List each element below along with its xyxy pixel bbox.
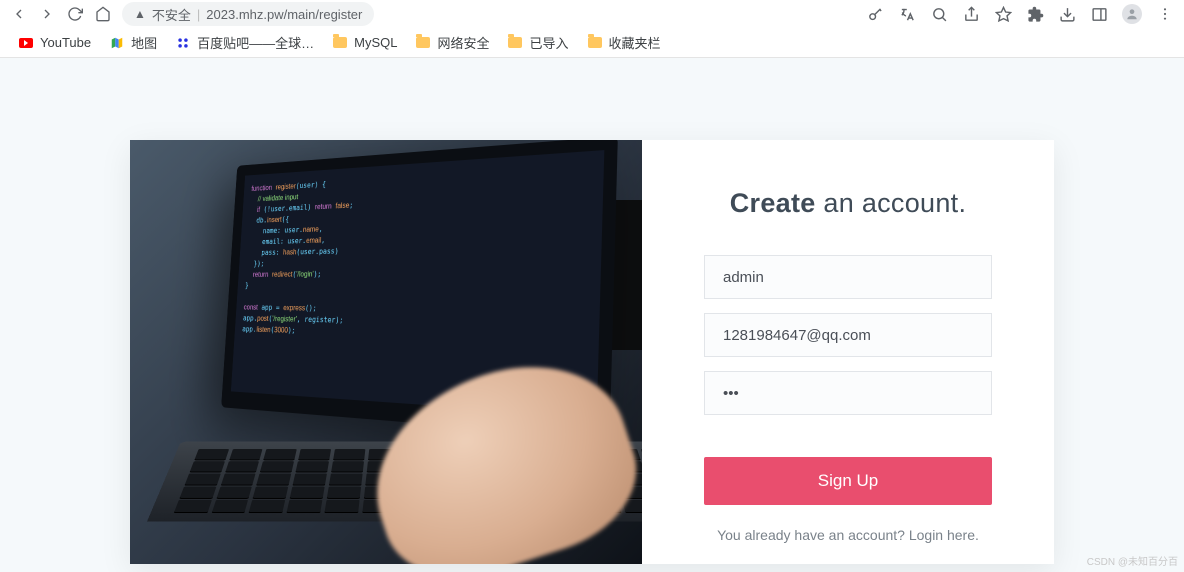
forward-icon[interactable]	[38, 5, 56, 23]
signup-button[interactable]: Sign Up	[704, 457, 992, 505]
register-card: function register(user) { // validate in…	[130, 140, 1054, 564]
browser-toolbar: ▲ 不安全 | 2023.mhz.pw/main/register	[0, 0, 1184, 28]
back-icon[interactable]	[10, 5, 28, 23]
home-icon[interactable]	[94, 5, 112, 23]
bookmark-star-icon[interactable]	[994, 5, 1012, 23]
bookmark-baidu[interactable]: 百度贴吧——全球…	[175, 33, 314, 52]
downloads-icon[interactable]	[1058, 5, 1076, 23]
insecure-icon: ▲	[134, 7, 146, 21]
folder-icon	[587, 35, 603, 51]
watermark: CSDN @未知百分百	[1087, 553, 1178, 568]
baidu-icon	[175, 35, 191, 51]
bookmark-imported[interactable]: 已导入	[507, 33, 568, 52]
menu-icon[interactable]	[1156, 5, 1174, 23]
translate-icon[interactable]	[898, 5, 916, 23]
url-text: 2023.mhz.pw/main/register	[206, 7, 362, 22]
bookmarks-bar: YouTube 地图 百度贴吧——全球… MySQL 网络安全 已导入 收藏夹栏	[0, 28, 1184, 58]
sidepanel-icon[interactable]	[1090, 5, 1108, 23]
email-field[interactable]	[704, 313, 992, 357]
folder-icon	[415, 35, 431, 51]
password-key-icon[interactable]	[866, 5, 884, 23]
maps-icon	[109, 35, 125, 51]
reload-icon[interactable]	[66, 5, 84, 23]
folder-icon	[332, 35, 348, 51]
page-title: Create an account.	[730, 188, 967, 219]
hero-image: function register(user) { // validate in…	[130, 140, 642, 564]
youtube-icon	[18, 35, 34, 51]
folder-icon	[507, 35, 523, 51]
zoom-icon[interactable]	[930, 5, 948, 23]
bookmark-favorites[interactable]: 收藏夹栏	[587, 33, 661, 52]
share-icon[interactable]	[962, 5, 980, 23]
security-label: 不安全	[152, 5, 191, 24]
bookmark-netsec[interactable]: 网络安全	[415, 33, 489, 52]
profile-avatar[interactable]	[1122, 4, 1142, 24]
bookmark-mysql[interactable]: MySQL	[332, 35, 397, 51]
address-bar[interactable]: ▲ 不安全 | 2023.mhz.pw/main/register	[122, 2, 374, 26]
bookmark-youtube[interactable]: YouTube	[18, 35, 91, 51]
password-field[interactable]	[704, 371, 992, 415]
username-field[interactable]	[704, 255, 992, 299]
page-body: function register(user) { // validate in…	[0, 58, 1184, 572]
extensions-icon[interactable]	[1026, 5, 1044, 23]
register-form: Create an account. Sign Up You already h…	[642, 140, 1054, 564]
login-link[interactable]: You already have an account? Login here.	[717, 527, 979, 543]
bookmark-maps[interactable]: 地图	[109, 33, 157, 52]
